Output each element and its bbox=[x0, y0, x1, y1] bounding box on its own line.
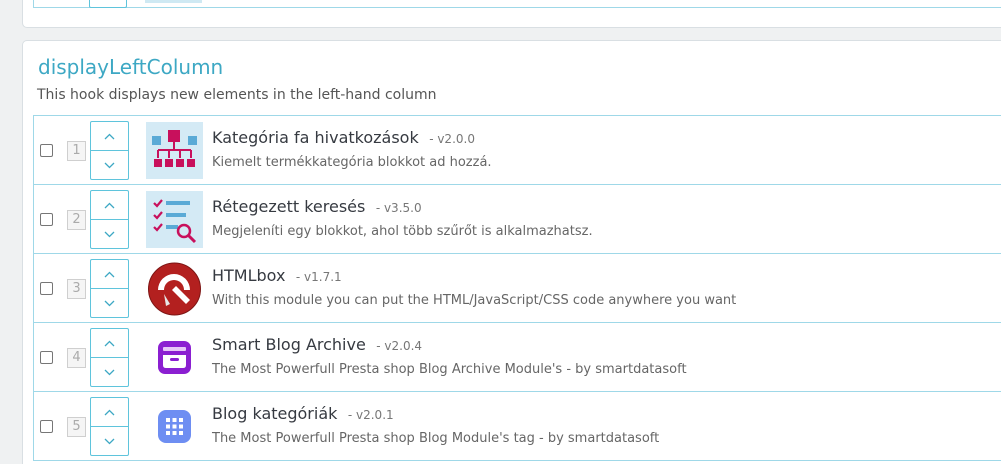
updown-control bbox=[90, 259, 129, 318]
updown-control bbox=[90, 121, 129, 180]
module-info: Kategória fa hivatkozások - v2.0.0 Kieme… bbox=[212, 128, 492, 170]
chevron-up-icon bbox=[104, 202, 115, 208]
module-description: With this module you can put the HTML/Ja… bbox=[212, 293, 737, 308]
module-position: 5 bbox=[67, 417, 86, 437]
chevron-up-icon bbox=[104, 133, 115, 139]
module-row[interactable]: 5 Blog kategóriák - v2.0.1 The Most Powe… bbox=[33, 391, 1001, 461]
module-select-checkbox[interactable] bbox=[40, 144, 53, 157]
previous-module-logo bbox=[145, 0, 202, 3]
move-up-button[interactable] bbox=[91, 398, 128, 427]
module-description: The Most Powerfull Presta shop Blog Modu… bbox=[212, 431, 660, 446]
module-version: - v2.0.1 bbox=[347, 408, 394, 422]
chevron-down-icon bbox=[104, 231, 115, 238]
updown-control bbox=[90, 397, 129, 456]
module-description: Megjeleníti egy blokkot, ahol több szűrő… bbox=[212, 224, 593, 239]
module-position: 3 bbox=[67, 279, 86, 299]
module-description: The Most Powerfull Presta shop Blog Arch… bbox=[212, 362, 687, 377]
move-up-button[interactable] bbox=[91, 122, 128, 151]
move-down-button[interactable] bbox=[91, 151, 128, 180]
move-up-button[interactable] bbox=[91, 260, 128, 289]
module-select-checkbox[interactable] bbox=[40, 213, 53, 226]
module-name: Blog kategóriák bbox=[212, 404, 338, 423]
chevron-down-icon bbox=[104, 369, 115, 376]
module-version: - v2.0.4 bbox=[376, 339, 423, 353]
module-description: Kiemelt termékkategória blokkot ad hozzá… bbox=[212, 155, 492, 170]
module-select-checkbox[interactable] bbox=[40, 420, 53, 433]
move-up-button[interactable] bbox=[91, 329, 128, 358]
module-version: - v2.0.0 bbox=[429, 132, 475, 146]
hook-panel: displayLeftColumn This hook displays new… bbox=[22, 40, 1001, 464]
module-row[interactable]: 2 Rétegezett keresés - v3.5.0 Megjelenít… bbox=[33, 184, 1001, 254]
module-list: 1 Kategória fa hivatkozások - v2.0.0 Kie… bbox=[33, 115, 1001, 461]
previous-updown-control[interactable] bbox=[89, 0, 127, 8]
module-version: - v1.7.1 bbox=[295, 270, 342, 284]
updown-control bbox=[90, 190, 129, 249]
move-down-button[interactable] bbox=[91, 427, 128, 456]
module-name: Rétegezett keresés bbox=[212, 197, 366, 216]
chevron-up-icon bbox=[104, 340, 115, 346]
module-name: HTMLbox bbox=[212, 266, 286, 285]
updown-control bbox=[90, 328, 129, 387]
htmlbox-icon bbox=[146, 260, 203, 317]
grid-app-icon bbox=[146, 398, 203, 455]
move-up-button[interactable] bbox=[91, 191, 128, 220]
previous-module-row bbox=[33, 0, 1001, 8]
module-name: Kategória fa hivatkozások bbox=[212, 128, 419, 147]
module-info: Smart Blog Archive - v2.0.4 The Most Pow… bbox=[212, 335, 687, 377]
chevron-down-icon bbox=[104, 300, 115, 307]
archive-box-icon bbox=[146, 329, 203, 386]
chevron-down-icon bbox=[104, 162, 115, 169]
previous-hook-panel bbox=[22, 0, 1001, 28]
move-down-button[interactable] bbox=[91, 289, 128, 318]
module-version: - v3.5.0 bbox=[375, 201, 422, 215]
move-down-button[interactable] bbox=[91, 220, 128, 249]
module-select-checkbox[interactable] bbox=[40, 282, 53, 295]
move-down-button[interactable] bbox=[91, 358, 128, 387]
module-position: 4 bbox=[67, 348, 86, 368]
module-info: Rétegezett keresés - v3.5.0 Megjeleníti … bbox=[212, 197, 593, 239]
module-name: Smart Blog Archive bbox=[212, 335, 366, 354]
hook-title: displayLeftColumn bbox=[38, 55, 224, 79]
module-row[interactable]: 1 Kategória fa hivatkozások - v2.0.0 Kie… bbox=[33, 115, 1001, 185]
category-tree-icon bbox=[146, 122, 203, 179]
layered-search-icon bbox=[146, 191, 203, 248]
chevron-up-icon bbox=[104, 409, 115, 415]
hook-description: This hook displays new elements in the l… bbox=[37, 87, 437, 103]
module-info: Blog kategóriák - v2.0.1 The Most Powerf… bbox=[212, 404, 659, 446]
module-select-checkbox[interactable] bbox=[40, 351, 53, 364]
module-row[interactable]: 4 Smart Blog Archive - v2.0.4 The Most P… bbox=[33, 322, 1001, 392]
module-row[interactable]: 3 HTMLbox - v1.7.1 With this module you … bbox=[33, 253, 1001, 323]
chevron-up-icon bbox=[104, 271, 115, 277]
module-info: HTMLbox - v1.7.1 With this module you ca… bbox=[212, 266, 736, 308]
chevron-down-icon bbox=[104, 438, 115, 445]
module-position: 2 bbox=[67, 210, 86, 230]
module-position: 1 bbox=[67, 141, 86, 161]
